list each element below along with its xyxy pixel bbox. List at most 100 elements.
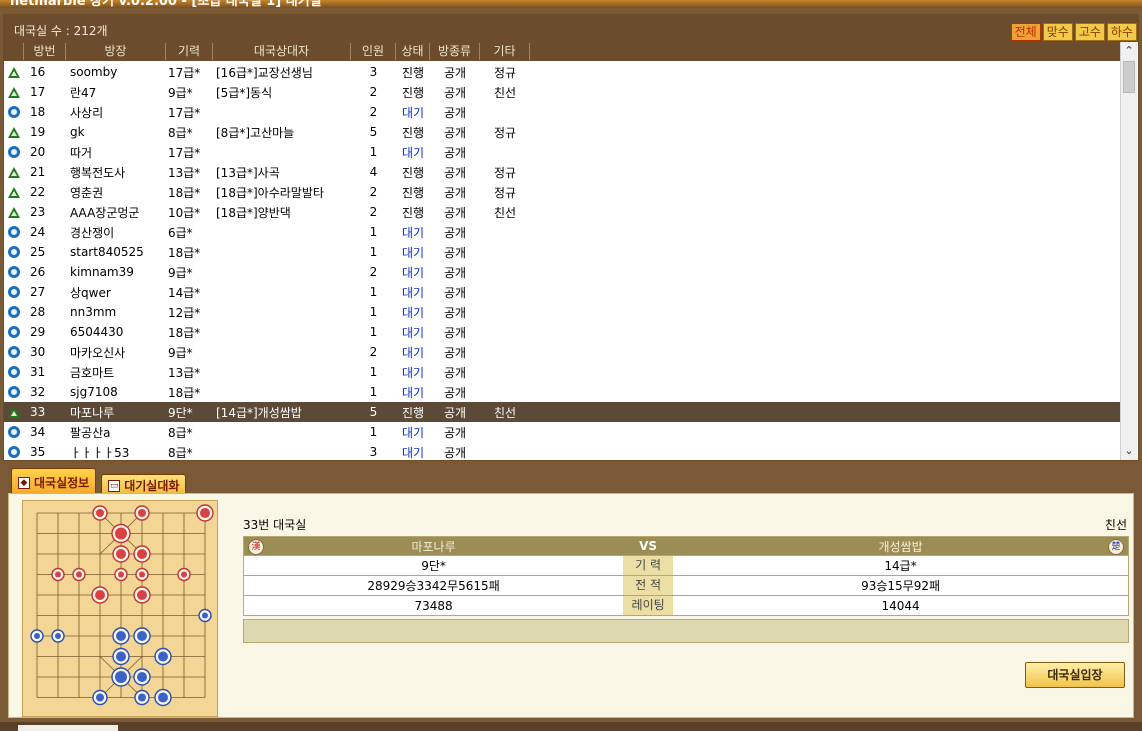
table-row[interactable]: 17 란47 9급* [5급*]동식 2 진행 공개 친선 [4, 82, 1121, 102]
header-etc[interactable]: 기타 [480, 43, 530, 60]
header-host[interactable]: 방장 [66, 43, 166, 60]
room-state: 진행 [401, 405, 425, 420]
room-host: 상qwer [70, 285, 111, 300]
player1-record: 28929승3342무5615패 [367, 579, 500, 593]
table-row[interactable]: 32 sjg7108 18급* 1 대기 공개 [4, 382, 1121, 402]
header-rank[interactable]: 기력 [166, 43, 213, 60]
bottom-tab[interactable] [18, 725, 118, 731]
table-row[interactable]: 21 행복전도사 13급* [13급*]사곡 4 진행 공개 정규 [4, 162, 1121, 182]
header-room-number[interactable]: 방번 [24, 43, 66, 60]
header-state[interactable]: 상태 [396, 43, 430, 60]
table-row[interactable]: 24 경산쟁이 6급* 1 대기 공개 [4, 222, 1121, 242]
filter-lower-button[interactable]: 하수 [1106, 23, 1137, 41]
host-rank: 17급* [168, 145, 201, 160]
room-state: 대기 [401, 325, 425, 340]
room-number: 28 [30, 305, 46, 319]
room-type: 공개 [443, 405, 467, 420]
rating-label: 레이팅 [623, 596, 674, 615]
table-row[interactable]: 30 마카오신사 9급* 2 대기 공개 [4, 342, 1121, 362]
waiting-status-icon [8, 146, 20, 158]
table-row[interactable]: 33 마포나루 9단* [14급*]개성쌈밥 5 진행 공개 친선 [4, 402, 1121, 422]
table-row[interactable]: 31 금호마트 13급* 1 대기 공개 [4, 362, 1121, 382]
host-rank: 18급* [168, 385, 201, 400]
room-host: gk [70, 125, 85, 139]
people-count: 1 [369, 365, 378, 379]
table-row[interactable]: 28 nn3mm 12급* 1 대기 공개 [4, 302, 1121, 322]
player2-name: 개성쌈밥 [878, 539, 923, 554]
filter-all-button[interactable]: 전체 [1010, 23, 1041, 41]
scroll-down-icon[interactable]: ⌄ [1121, 443, 1137, 459]
table-row[interactable]: 29 6504430 18급* 1 대기 공개 [4, 322, 1121, 342]
board-diagram [30, 504, 214, 707]
room-state: 진행 [401, 85, 425, 100]
filter-higher-button[interactable]: 고수 [1074, 23, 1105, 41]
room-host: 마포나루 [70, 405, 115, 420]
people-count: 1 [369, 145, 378, 159]
header-people[interactable]: 인원 [351, 43, 396, 60]
people-count: 2 [369, 105, 378, 119]
host-rank: 9급* [168, 345, 193, 360]
header-opponent[interactable]: 대국상대자 [213, 43, 351, 60]
playing-status-icon [8, 66, 20, 78]
room-type: 공개 [443, 285, 467, 300]
room-etc: 정규 [493, 65, 517, 80]
table-row[interactable]: 23 AAA장군멍군 10급* [18급*]양반댁 2 진행 공개 친선 [4, 202, 1121, 222]
opponent: [8급*]고산마늘 [216, 125, 295, 140]
scroll-up-icon[interactable]: ⌃ [1121, 43, 1137, 59]
room-info-box: 33번 대국실 친선 漢 마포나루 VS 개성쌈밥 楚 9단* 기 력 14급* 2… [8, 493, 1134, 718]
room-list-scrollbar[interactable]: ⌃ ⌄ [1120, 42, 1137, 460]
enter-room-button[interactable]: 대국실입장 [1025, 662, 1125, 688]
waiting-status-icon [8, 226, 20, 238]
host-rank: 12급* [168, 305, 201, 320]
table-row[interactable]: 16 soomby 17급* [16급*]교장선생님 3 진행 공개 정규 [4, 62, 1121, 82]
people-count: 1 [369, 385, 378, 399]
waiting-status-icon [8, 286, 20, 298]
header-room-type[interactable]: 방종류 [430, 43, 480, 60]
room-number: 33 [30, 405, 46, 419]
room-host: 경산쟁이 [70, 225, 115, 240]
room-state: 진행 [401, 165, 425, 180]
scroll-thumb[interactable] [1123, 61, 1135, 93]
table-row[interactable]: 27 상qwer 14급* 1 대기 공개 [4, 282, 1121, 302]
host-rank: 8급* [168, 125, 193, 140]
table-row[interactable]: 25 start840525 18급* 1 대기 공개 [4, 242, 1121, 262]
table-row[interactable]: 19 gk 8급* [8급*]고산마늘 5 진행 공개 정규 [4, 122, 1121, 142]
room-host: nn3mm [70, 305, 117, 319]
people-count: 3 [369, 65, 378, 79]
room-state: 대기 [401, 245, 425, 260]
waiting-status-icon [8, 346, 20, 358]
chat-icon: ▭ [108, 479, 121, 492]
room-host: 행복전도사 [70, 165, 126, 180]
tab-room-info[interactable]: ◆ 대국실정보 [11, 468, 97, 496]
table-row[interactable]: 26 kimnam39 9급* 2 대기 공개 [4, 262, 1121, 282]
people-count: 1 [369, 225, 378, 239]
room-number: 22 [30, 185, 46, 199]
room-etc: 정규 [493, 165, 517, 180]
waiting-status-icon [8, 246, 20, 258]
host-rank: 9단* [168, 405, 193, 420]
tab-lobby-chat-label: 대기실대화 [124, 479, 180, 493]
room-type: 공개 [443, 165, 467, 180]
table-row[interactable]: 18 사상리 17급* 2 대기 공개 [4, 102, 1121, 122]
room-state: 대기 [401, 285, 425, 300]
table-row[interactable]: 35 ㅏㅏㅏㅏ53 8급* 3 대기 공개 [4, 442, 1121, 460]
cho-piece-icon: 楚 [1108, 538, 1124, 555]
room-type: 공개 [443, 365, 467, 380]
room-state: 진행 [401, 125, 425, 140]
people-count: 2 [369, 205, 378, 219]
table-row[interactable]: 34 팔공산a 8급* 1 대기 공개 [4, 422, 1121, 442]
table-row[interactable]: 22 영춘권 18급* [18급*]아수라말발타 2 진행 공개 정규 [4, 182, 1121, 202]
room-state: 대기 [401, 385, 425, 400]
waiting-status-icon [8, 266, 20, 278]
room-number: 31 [30, 365, 46, 379]
versus-header-row: 漢 마포나루 VS 개성쌈밥 楚 [243, 536, 1129, 556]
waiting-status-icon [8, 366, 20, 378]
table-row[interactable]: 20 따거 17급* 1 대기 공개 [4, 142, 1121, 162]
room-state: 대기 [401, 305, 425, 320]
room-count: 대국실 수 : 212개 [14, 24, 108, 38]
host-rank: 10급* [168, 205, 201, 220]
filter-match-button[interactable]: 맞수 [1042, 23, 1073, 41]
room-number: 21 [30, 165, 46, 179]
filter-buttons: 전체 맞수 고수 하수 [1010, 23, 1137, 41]
playing-status-icon [8, 406, 20, 418]
